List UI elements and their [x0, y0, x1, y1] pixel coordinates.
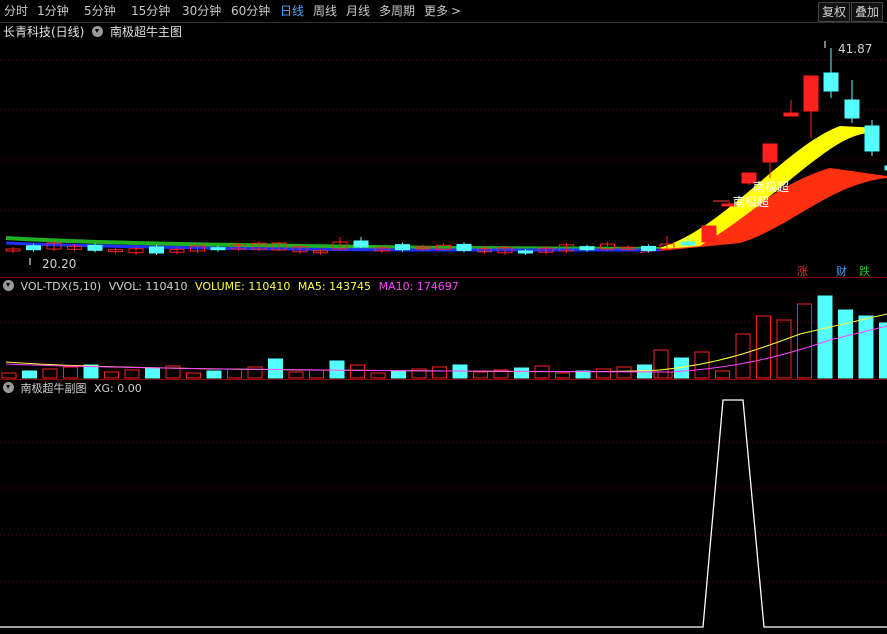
candle-body	[864, 125, 880, 152]
volume-bar	[1, 372, 17, 379]
vol-ma10-line	[5, 325, 887, 373]
candle-body	[823, 72, 839, 92]
stock-name: 长青科技(日线)	[3, 25, 85, 39]
volume-bar	[391, 370, 406, 379]
volume-label: VOLUME:	[195, 280, 245, 293]
candle-body	[353, 240, 369, 248]
main-indicator-name[interactable]: 南极超牛主图	[110, 25, 182, 39]
candle-body	[395, 244, 410, 251]
volume-bar	[350, 364, 365, 379]
volume-bar	[657, 371, 673, 379]
volume-bar	[616, 366, 632, 379]
period-tab-monthly[interactable]: 月线	[346, 3, 370, 19]
dropdown-icon[interactable]	[92, 26, 104, 37]
dropdown-icon[interactable]	[3, 280, 14, 291]
volume-bar	[735, 333, 751, 379]
period-tab-daily[interactable]: 日线	[280, 3, 304, 19]
period-tab-multi[interactable]: 多周期	[379, 3, 415, 19]
volume-bar	[42, 368, 58, 379]
volume-bar	[63, 366, 78, 379]
vvol-value: 110410	[145, 280, 188, 293]
candle-body	[680, 241, 696, 246]
overlay-button[interactable]: 叠加	[851, 2, 884, 22]
signal-label: 南极超	[733, 195, 770, 209]
ma5-label: MA5:	[297, 280, 326, 293]
volume-bar	[817, 295, 833, 379]
volume-indicator-name[interactable]: VOL-TDX(5,10)	[21, 280, 102, 293]
period-tab-1min[interactable]: 1分钟	[37, 3, 69, 19]
volume-bar	[879, 322, 887, 379]
volume-bar	[653, 349, 669, 379]
volume-bar	[186, 372, 201, 379]
period-toolbar: 分时 1分钟 5分钟 15分钟 30分钟 60分钟 日线 周线 月线 多周期 更…	[0, 0, 887, 23]
volume-bar	[309, 369, 324, 379]
candle-body	[149, 246, 164, 254]
volume-bar	[514, 367, 529, 379]
candle-body	[803, 75, 819, 112]
period-tab-5min[interactable]: 5分钟	[84, 3, 116, 19]
restore-rights-button[interactable]: 复权	[818, 2, 851, 22]
volume-bar	[206, 370, 222, 379]
volume-bar	[473, 371, 488, 379]
volume-bar	[596, 368, 611, 379]
volume-bar	[797, 303, 812, 379]
main-price-chart[interactable]	[0, 38, 887, 278]
volume-value: 110410	[248, 280, 291, 293]
candle-body	[641, 245, 656, 251]
volume-bar	[432, 366, 447, 379]
period-tab-15min[interactable]: 15分钟	[131, 3, 170, 19]
volume-bar	[370, 372, 386, 379]
vol-ma5-line	[5, 313, 887, 373]
ma10-value: 174697	[416, 280, 459, 293]
candle-body	[210, 247, 226, 251]
candle-body	[783, 112, 799, 117]
volume-bar	[776, 319, 792, 379]
volume-bar	[227, 368, 242, 379]
volume-bar	[288, 371, 304, 379]
volume-bar	[329, 360, 345, 379]
volume-bar	[838, 309, 853, 379]
dropdown-icon[interactable]	[3, 382, 14, 393]
candle-body	[518, 250, 533, 254]
volume-bar	[145, 367, 160, 379]
volume-bar	[104, 371, 119, 379]
volume-bar	[715, 370, 730, 379]
volume-bar	[555, 372, 570, 379]
candle-body	[701, 225, 717, 243]
xg-label: XG:	[94, 382, 114, 395]
volume-chart[interactable]	[0, 294, 887, 380]
candle-body	[579, 246, 595, 251]
volume-bar	[124, 369, 140, 379]
volume-bar	[268, 358, 283, 379]
candle-body	[844, 99, 860, 119]
sub-indicator-name[interactable]: 南极超牛副图	[21, 382, 87, 395]
xg-value: 0.00	[117, 382, 142, 395]
vvol-label: VVOL:	[108, 280, 143, 293]
high-price-label: 41.87	[838, 42, 873, 56]
xg-signal-line	[0, 399, 887, 628]
ma10-label: MA10:	[378, 280, 414, 293]
period-tab-30min[interactable]: 30分钟	[182, 3, 221, 19]
candle-body	[26, 245, 41, 251]
period-tab-60min[interactable]: 60分钟	[231, 3, 270, 19]
sub-panel-title: 南极超牛副图 XG: 0.00	[3, 381, 142, 397]
volume-panel-title: VOL-TDX(5,10) VVOL: 110410 VOLUME: 11041…	[3, 279, 459, 295]
ma5-value: 143745	[329, 280, 372, 293]
panel-divider	[0, 277, 887, 278]
candle-body	[456, 243, 472, 251]
volume-bar	[247, 366, 263, 379]
chevron-right-icon[interactable]: >	[451, 3, 461, 19]
volume-bar	[858, 315, 874, 379]
period-tab-weekly[interactable]: 周线	[313, 3, 337, 19]
period-tab-fenshi[interactable]: 分时	[4, 3, 28, 19]
sub-indicator-chart[interactable]	[0, 396, 887, 632]
candle-body	[762, 143, 778, 163]
panel-divider	[0, 379, 887, 380]
period-tab-more[interactable]: 更多	[424, 3, 448, 19]
low-price-label: 20.20	[42, 257, 77, 271]
candle-body	[87, 244, 103, 251]
volume-bar	[22, 370, 37, 379]
